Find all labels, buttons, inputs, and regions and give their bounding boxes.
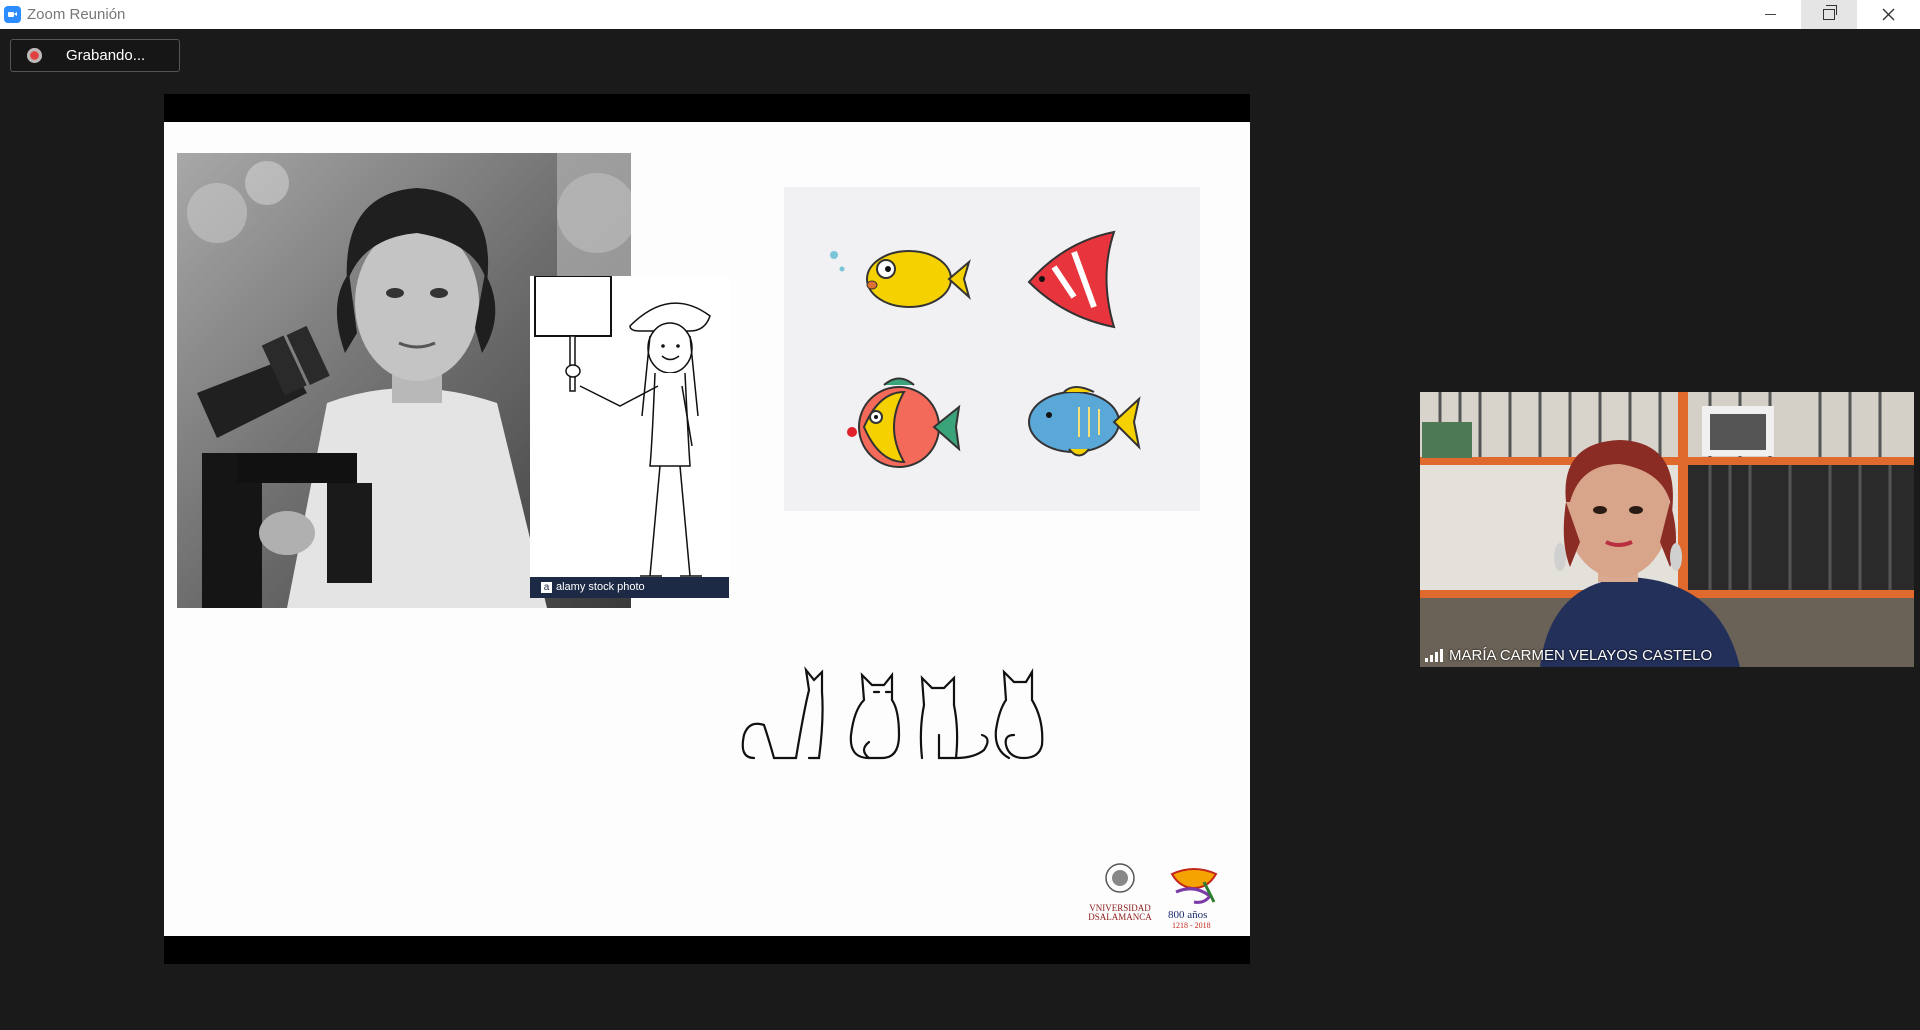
window-title: Zoom Reunión — [27, 6, 126, 23]
presentation-slide: a alamy stock photo VNIVERSIDAD DSALAMAN… — [164, 122, 1250, 936]
minimize-button[interactable] — [1742, 0, 1798, 29]
participant-name: MARÍA CARMEN VELAYOS CASTELO — [1449, 646, 1713, 664]
zoom-app-icon — [4, 6, 21, 23]
title-bar: Zoom Reunión — [0, 0, 1920, 29]
close-button[interactable] — [1860, 0, 1916, 29]
signal-strength-icon — [1425, 648, 1443, 662]
restore-button[interactable] — [1801, 0, 1857, 29]
participant-video[interactable] — [1420, 392, 1914, 667]
alamy-icon: a — [541, 581, 552, 593]
university-name: VNIVERSIDAD DSALAMANCA — [1088, 903, 1152, 922]
recording-indicator[interactable]: Grabando... — [10, 39, 180, 72]
close-icon — [1882, 8, 1894, 21]
minimize-icon — [1764, 14, 1776, 15]
cats-illustration — [741, 666, 1044, 760]
stick-figure-illustration — [530, 276, 730, 581]
participant-name-tag: MARÍA CARMEN VELAYOS CASTELO — [1420, 643, 1712, 667]
shared-screen[interactable]: a alamy stock photo VNIVERSIDAD DSALAMAN… — [164, 94, 1250, 964]
fish-illustration — [784, 187, 1200, 511]
restore-icon — [1823, 5, 1837, 20]
anniversary-top: 800 años — [1168, 909, 1207, 921]
anniversary-logo: 800 años 1218 - 2018 — [1168, 868, 1218, 930]
stock-watermark: a alamy stock photo — [530, 577, 729, 598]
anniversary-years: 1218 - 2018 — [1172, 921, 1211, 930]
recording-label: Grabando... — [66, 47, 146, 64]
recording-dot-core — [31, 52, 38, 59]
